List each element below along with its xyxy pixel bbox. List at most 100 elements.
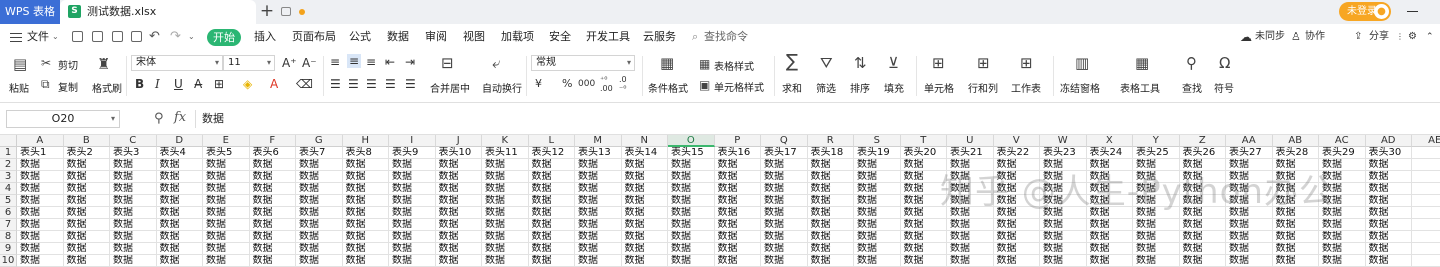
table-cell[interactable]: 数据 [1086,231,1133,243]
table-cell[interactable]: 数据 [1272,255,1319,267]
table-cell[interactable]: 数据 [296,207,343,219]
table-cell[interactable]: 数据 [1365,207,1412,219]
table-cell[interactable]: 数据 [17,231,64,243]
column-header[interactable]: Z [1179,135,1226,147]
chevron-down-icon[interactable]: ⌄ [188,24,195,50]
table-cell[interactable]: 数据 [63,231,110,243]
table-cell[interactable]: 数据 [668,171,715,183]
table-cell[interactable]: 数据 [482,183,529,195]
rowcol-button[interactable]: 行和列 [968,80,998,95]
table-cell[interactable]: 数据 [807,207,854,219]
table-cell[interactable]: 数据 [761,195,808,207]
table-cell[interactable]: 数据 [621,231,668,243]
new-tab-button[interactable]: + [258,0,276,24]
table-cell[interactable]: 数据 [900,255,947,267]
column-header[interactable]: L [528,135,575,147]
table-cell[interactable]: 数据 [621,219,668,231]
table-cell[interactable]: 数据 [342,243,389,255]
sum-button[interactable]: 求和 [782,80,802,95]
table-cell[interactable]: 数据 [761,171,808,183]
cell-icon[interactable]: ⊞ [932,55,945,71]
table-cell[interactable]: 数据 [900,243,947,255]
table-cell[interactable]: 表头2 [63,147,110,159]
table-cell[interactable]: 数据 [528,183,575,195]
table-cell[interactable]: 数据 [575,243,622,255]
tab-cloud[interactable]: 云服务 [643,24,676,50]
table-cell[interactable]: 表头7 [296,147,343,159]
table-cell[interactable]: 数据 [389,219,436,231]
table-cell[interactable]: 表头17 [761,147,808,159]
table-cell[interactable]: 数据 [1365,219,1412,231]
table-cell[interactable]: 表头23 [1040,147,1087,159]
thousands-button[interactable]: 000 [578,77,595,91]
distributed-icon[interactable]: ☰ [405,77,416,91]
bold-button[interactable]: B [135,77,144,91]
cell-style-button[interactable]: 单元格样式 [714,79,764,94]
table-cell[interactable]: 数据 [1272,231,1319,243]
row-header[interactable]: 6 [0,207,17,219]
table-cell[interactable]: 数据 [296,159,343,171]
table-cell[interactable]: 数据 [714,219,761,231]
table-cell[interactable]: 数据 [156,219,203,231]
table-cell[interactable]: 数据 [156,207,203,219]
table-cell[interactable]: 表头5 [203,147,250,159]
table-cell[interactable]: 数据 [1086,255,1133,267]
table-cell[interactable]: 数据 [17,183,64,195]
fill-icon[interactable]: ⊻ [888,55,899,71]
table-cell[interactable]: 数据 [1226,231,1273,243]
table-cell[interactable]: 数据 [63,159,110,171]
table-cell[interactable]: 数据 [1319,219,1366,231]
table-cell[interactable]: 数据 [621,183,668,195]
table-cell[interactable]: 数据 [1365,243,1412,255]
table-cell[interactable]: 数据 [110,171,157,183]
table-cell[interactable]: 数据 [203,159,250,171]
rowcol-icon[interactable]: ⊞ [977,55,990,71]
table-cell[interactable]: 数据 [63,243,110,255]
column-header[interactable]: AA [1226,135,1273,147]
table-cell[interactable]: 数据 [993,255,1040,267]
cell-button[interactable]: 单元格 [924,80,954,95]
table-cell[interactable]: 数据 [17,255,64,267]
column-header[interactable]: G [296,135,343,147]
table-cell[interactable]: 数据 [389,255,436,267]
table-cell[interactable]: 表头12 [528,147,575,159]
column-header[interactable]: S [854,135,901,147]
table-cell[interactable]: 数据 [389,183,436,195]
table-cell[interactable]: 数据 [1365,159,1412,171]
table-cell[interactable]: 数据 [342,171,389,183]
column-header[interactable]: AB [1272,135,1319,147]
conditional-format-icon[interactable]: ▦ [660,55,674,71]
table-cell[interactable]: 数据 [1040,231,1087,243]
table-cell[interactable]: 数据 [389,231,436,243]
table-cell[interactable]: 表头16 [714,147,761,159]
table-cell[interactable]: 数据 [807,255,854,267]
table-cell[interactable]: 数据 [575,207,622,219]
column-header[interactable]: T [900,135,947,147]
tab-security[interactable]: 安全 [549,24,571,50]
table-cell[interactable]: 数据 [63,171,110,183]
table-cell[interactable]: 数据 [668,159,715,171]
table-cell[interactable]: 数据 [1319,243,1366,255]
table-cell[interactable]: 数据 [203,207,250,219]
column-header[interactable]: C [110,135,157,147]
table-cell[interactable]: 数据 [435,159,482,171]
table-cell[interactable]: 数据 [714,207,761,219]
table-cell[interactable]: 数据 [203,171,250,183]
column-header[interactable]: P [714,135,761,147]
row-header[interactable]: 2 [0,159,17,171]
table-cell[interactable]: 数据 [761,207,808,219]
table-cell[interactable]: 数据 [668,255,715,267]
table-cell[interactable]: 数据 [1226,243,1273,255]
worksheet-icon[interactable]: ⊞ [1020,55,1033,71]
table-cell[interactable]: 数据 [1040,219,1087,231]
tab-page-layout[interactable]: 页面布局 [292,24,336,50]
table-cell[interactable]: 数据 [807,195,854,207]
table-tools-icon[interactable]: ▦ [1135,55,1149,71]
column-header[interactable]: H [342,135,389,147]
table-cell[interactable]: 数据 [854,255,901,267]
row-header[interactable]: 4 [0,183,17,195]
table-tools-button[interactable]: 表格工具 [1120,80,1160,95]
table-cell[interactable]: 数据 [249,231,296,243]
filter-button[interactable]: 筛选 [816,80,836,95]
sort-icon[interactable]: ⇅ [854,55,867,71]
